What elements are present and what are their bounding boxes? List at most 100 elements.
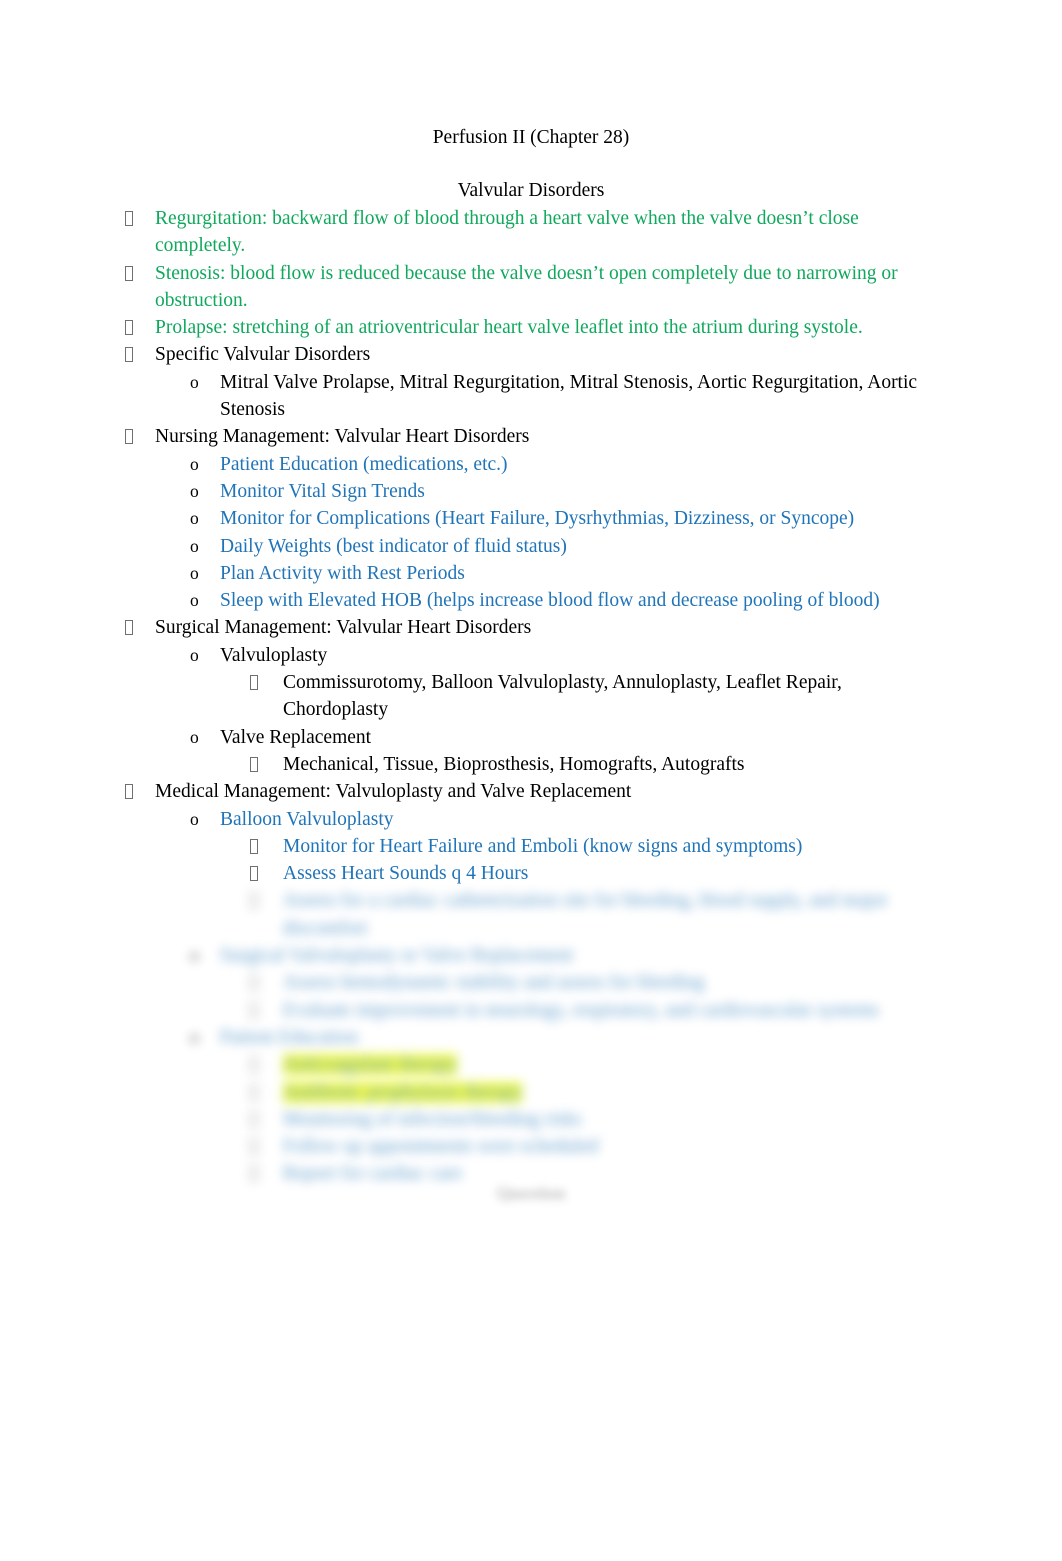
outline-item-text: Specific Valvular Disorders (155, 344, 371, 366)
box-bullet-icon-glyph (125, 429, 133, 445)
box-bullet-icon-glyph (250, 838, 258, 854)
outline-item-text: Assess hemodynamic stability and assess … (283, 972, 705, 994)
box-bullet-icon (125, 423, 133, 450)
page-title: Perfusion II (Chapter 28) (432, 127, 630, 148)
outline-item-text: Patient Education (medications, etc.) (220, 453, 508, 475)
circle-bullet-icon: o (190, 453, 199, 474)
outline-item-text: Valvuloplasty (220, 644, 328, 666)
outline-item-text: Regurgitation: backward flow of blood th… (155, 208, 859, 257)
outline-item-level-2: o Plan Activity with Rest Periods (0, 560, 1062, 587)
box-bullet-icon (125, 314, 133, 341)
box-bullet-icon-glyph (250, 893, 258, 909)
circle-bullet-icon: o (190, 1026, 199, 1047)
outline-item-level-2: o Monitor for Complications (Heart Failur… (0, 505, 1062, 532)
box-bullet-icon-glyph (125, 211, 133, 226)
outline-item-level-2: o Patient Education (medications, etc.) (0, 451, 1062, 478)
box-bullet-icon-glyph (250, 1002, 258, 1018)
box-bullet-icon (250, 1051, 258, 1078)
outline-item-text: Assess Heart Sounds q 4 Hours (283, 863, 529, 885)
outline-item-text: Evaluate improvement in neurology, respi… (283, 999, 879, 1021)
box-bullet-icon-glyph (250, 1111, 258, 1127)
box-bullet-icon (125, 614, 133, 641)
box-bullet-icon (125, 205, 133, 232)
outline-item-level-2: o Sleep with Elevated HOB (helps increase… (0, 587, 1062, 614)
outline-item-text: Follow up appointments were scheduled (283, 1136, 599, 1158)
outline-item-level-3: Evaluate improvement in neurology, respi… (0, 997, 1062, 1024)
circle-bullet-icon: o (190, 590, 199, 611)
outline-item-text: Stenosis: blood flow is reduced because … (155, 262, 898, 311)
outline-item-text: Mechanical, Tissue, Bioprosthesis, Homog… (283, 753, 745, 775)
outline-item-text: Surgical Valvuloplasty or Valve Replacem… (220, 945, 574, 967)
outline-item-text: Commissurotomy, Balloon Valvuloplasty, A… (283, 672, 842, 721)
outline-item-level-1: Prolapse: stretching of an atrioventricu… (0, 314, 1062, 341)
box-bullet-icon-glyph (250, 756, 258, 772)
box-bullet-icon-glyph (125, 620, 133, 636)
outline-item-text: Nursing Management: Valvular Heart Disor… (155, 426, 530, 448)
outline-item-level-3: Monitoring of infection/bleeding risks (0, 1106, 1062, 1133)
box-bullet-icon-glyph (125, 784, 133, 800)
box-bullet-icon (250, 1079, 258, 1106)
box-bullet-icon-glyph (250, 1139, 258, 1155)
outline-item-text: Valve Replacement (220, 726, 372, 748)
outline-item-level-1: Regurgitation: backward flow of blood th… (0, 205, 1062, 260)
box-bullet-icon (250, 1133, 258, 1160)
box-bullet-icon (125, 260, 133, 287)
box-bullet-icon (125, 341, 133, 368)
outline-item-level-2: o Valve Replacement (0, 724, 1062, 751)
footer-question-label: Question (496, 1183, 566, 1203)
box-bullet-icon (250, 669, 258, 696)
outline-item-level-2: o Mitral Valve Prolapse, Mitral Regurgita… (0, 369, 1062, 424)
outline-item-level-3: Assess for a cardiac catheterization sit… (0, 887, 1062, 942)
outline-item-text: Prolapse: stretching of an atrioventricu… (155, 317, 863, 339)
outline-item-text: Medical Management: Valvuloplasty and Va… (155, 781, 632, 803)
box-bullet-icon-glyph (250, 1084, 258, 1100)
box-bullet-icon-glyph (125, 320, 133, 336)
outline-item-level-1: Surgical Management: Valvular Heart Diso… (0, 614, 1062, 641)
circle-bullet-icon: o (190, 562, 199, 583)
document-page: Perfusion II (Chapter 28) Valvular Disor… (0, 0, 1062, 1561)
outline-item-level-1: Specific Valvular Disorders (0, 341, 1062, 368)
outline-item-level-2: o Patient Education (0, 1024, 1062, 1051)
box-bullet-icon (250, 997, 258, 1024)
box-bullet-icon (250, 751, 258, 778)
outline-item-text: Daily Weights (best indicator of fluid s… (220, 535, 567, 557)
box-bullet-icon-glyph (125, 347, 133, 363)
outline-item-level-3: Antibiotic prophylaxis therapy (0, 1079, 1062, 1106)
circle-bullet-icon: o (190, 945, 199, 966)
outline-item-level-3: Monitor for Heart Failure and Emboli (kn… (0, 833, 1062, 860)
outline-item-text: Plan Activity with Rest Periods (220, 562, 465, 584)
outline-item-text: Monitoring of infection/bleeding risks (283, 1108, 582, 1130)
outline-item-text: Sleep with Elevated HOB (helps increase … (220, 590, 880, 612)
circle-bullet-icon: o (190, 480, 199, 501)
box-bullet-icon-glyph (250, 975, 258, 991)
box-bullet-icon (250, 887, 258, 914)
page-subtitle: Valvular Disorders (457, 180, 605, 201)
outline-item-text: Surgical Management: Valvular Heart Diso… (155, 617, 532, 639)
outline-item-level-1: Stenosis: blood flow is reduced because … (0, 260, 1062, 315)
outline-item-text: Assess for a cardiac catheterization sit… (283, 890, 888, 939)
box-bullet-icon (250, 969, 258, 996)
outline-item-text: Monitor for Complications (Heart Failure… (220, 508, 855, 530)
outline-item-text: Patient Education (220, 1026, 359, 1048)
outline-item-level-3: Commissurotomy, Balloon Valvuloplasty, A… (0, 669, 1062, 724)
outline-item-level-3: Anticoagulant therapy (0, 1051, 1062, 1078)
outline-item-level-2: o Surgical Valvuloplasty or Valve Replace… (0, 942, 1062, 969)
box-bullet-icon-glyph (250, 866, 258, 882)
box-bullet-icon (250, 1106, 258, 1133)
outline-item-text: Monitor Vital Sign Trends (220, 480, 425, 502)
outline-item-text: Anticoagulant therapy (283, 1054, 457, 1076)
box-bullet-icon-glyph (250, 1057, 258, 1073)
circle-bullet-icon: o (190, 808, 199, 829)
outline-item-text: Balloon Valvuloplasty (220, 808, 394, 830)
circle-bullet-icon: o (190, 535, 199, 556)
circle-bullet-icon: o (190, 508, 199, 529)
box-bullet-icon (125, 778, 133, 805)
outline-item-level-2: o Daily Weights (best indicator of fluid … (0, 533, 1062, 560)
outline-list: Regurgitation: backward flow of blood th… (0, 205, 1062, 1188)
box-bullet-icon-glyph (250, 675, 258, 691)
outline-item-text: Antibiotic prophylaxis therapy (283, 1081, 523, 1103)
outline-item-level-1: Nursing Management: Valvular Heart Disor… (0, 423, 1062, 450)
outline-item-level-2: o Balloon Valvuloplasty (0, 806, 1062, 833)
outline-item-level-2: o Valvuloplasty (0, 642, 1062, 669)
outline-item-level-3: Assess Heart Sounds q 4 Hours (0, 860, 1062, 887)
